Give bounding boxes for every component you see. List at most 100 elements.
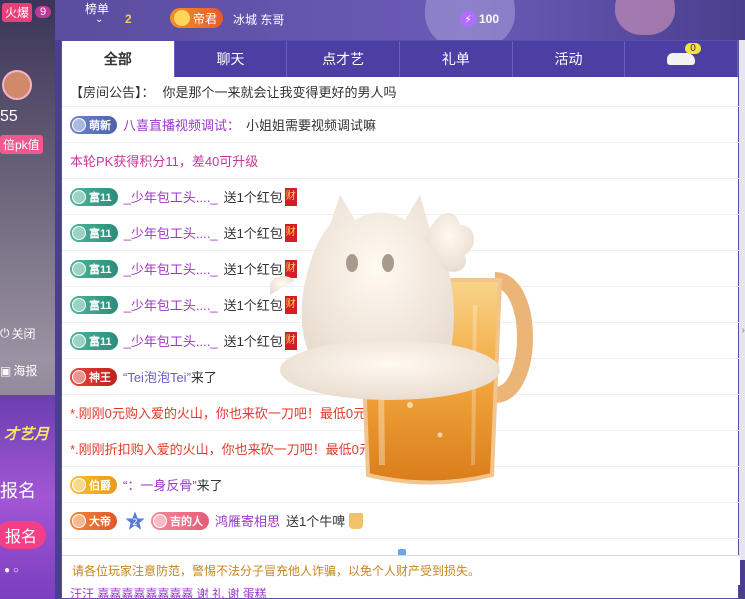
user-nick[interactable]: “Tei泡泡Tei” — [123, 367, 191, 386]
beer-icon — [349, 512, 364, 529]
image-icon: ▣ — [0, 363, 12, 378]
promo-text: 报名 — [0, 481, 36, 501]
badge-icon — [72, 513, 86, 528]
badge-icon — [72, 189, 86, 204]
rank-bar: 榜单 ⌄ 2 帝君 冰城 东哥 ⚡ 100 — [55, 0, 745, 50]
rank-number: 2 — [125, 12, 132, 26]
viewer-count: 55 — [0, 108, 18, 125]
left-video-strip[interactable]: 火爆 9 55 倍pk值 ⏻ 关闭 ▣ 海报 才艺月 报名 报名 ● ○ — [0, 0, 55, 599]
level-badge: 富11 — [70, 259, 118, 278]
promo-title: 才艺月 — [4, 426, 50, 443]
bargain-text[interactable]: *.刚刚0元购入爱的火山，你也来砍一刀吧！最低0元购 — [70, 403, 379, 422]
list-item: *.刚刚0元购入爱的火山，你也来砍一刀吧！最低0元购 — [62, 395, 740, 431]
tab-car[interactable]: 0 — [625, 41, 739, 77]
noble-badge: 神王 — [70, 367, 117, 386]
message-text: 送1个红包 — [223, 226, 283, 241]
noble-badge: 大帝 — [70, 511, 117, 530]
list-item: 神王 “Tei泡泡Tei” 来了 — [62, 359, 740, 395]
level-badge: 富11 — [70, 331, 118, 350]
badge-icon — [72, 297, 86, 312]
score-value: 100 — [479, 12, 500, 26]
user-nick[interactable]: _少年包工头...._ — [124, 187, 218, 206]
promo-signup-button[interactable]: 报名 — [0, 521, 46, 549]
avatar[interactable] — [2, 70, 32, 100]
car-count-badge: 0 — [685, 43, 701, 54]
level-badge: 富11 — [70, 223, 118, 242]
fan-badge: 吉的人 — [151, 511, 209, 530]
announcement-text: 你是那个一来就会让我变得更好的男人吗 — [162, 85, 397, 100]
red-envelope-icon: 财 — [284, 187, 297, 206]
close-label: 关闭 — [11, 327, 36, 341]
list-item: 富11 _少年包工头...._ 送1个红包 财 — [62, 287, 740, 323]
promo-banner[interactable]: 才艺月 报名 报名 ● ○ — [0, 395, 55, 599]
message-text: 送1个红包 — [223, 262, 283, 277]
user-nick[interactable]: _少年包工头...._ — [124, 295, 218, 314]
list-item: 本轮PK获得积分11，差40可升级 — [62, 143, 740, 179]
badge-label: 富11 — [89, 263, 112, 276]
close-button[interactable]: ⏻ 关闭 — [0, 325, 36, 342]
message-text: 送1个红包 — [223, 334, 283, 349]
message-text: 送1个红包 — [223, 190, 283, 205]
tab-activity[interactable]: 活动 — [513, 41, 626, 77]
message-text: 送1个红包 — [223, 298, 283, 313]
tab-gift-list[interactable]: 礼单 — [400, 41, 513, 77]
badge-icon — [72, 117, 86, 132]
user-nick[interactable]: 鸿雁寄相思 — [215, 511, 280, 530]
pk-status-text: 本轮PK获得积分11，差40可升级 — [70, 154, 259, 169]
tab-talent[interactable]: 点才艺 — [287, 41, 401, 77]
partial-message-line: 汪汪 嘉嘉嘉嘉嘉嘉嘉嘉 谢 礼 谢 蛋糕 — [70, 587, 267, 599]
level-badge: 富11 — [70, 295, 118, 314]
list-item: 大帝 2 吉的人 鸿雁寄相思 送1个牛啤 — [62, 503, 740, 539]
list-item: 富11 _少年包工头...._ 送1个红包 财 — [62, 251, 740, 287]
bolt-icon: ⚡ — [460, 11, 476, 27]
list-item: 富11 _少年包工头...._ 送1个红包 财 — [62, 215, 740, 251]
tab-all[interactable]: 全部 — [62, 41, 175, 77]
badge-icon — [72, 225, 86, 240]
level-badge: 富11 — [70, 187, 118, 206]
user-nick[interactable]: _少年包工头...._ — [124, 223, 218, 242]
badge-label: 吉的人 — [170, 515, 203, 528]
list-item: *.刚刚折扣购入爱的火山，你也来砍一刀吧！最低0元购 — [62, 431, 740, 467]
heart-icon — [153, 513, 167, 528]
red-envelope-icon: 财 — [284, 295, 297, 314]
top-user-name[interactable]: 冰城 东哥 — [233, 11, 284, 28]
bargain-text[interactable]: *.刚刚折扣购入爱的火山，你也来砍一刀吧！最低0元购 — [70, 439, 385, 458]
crown-icon — [174, 10, 190, 26]
room-announcement: 【房间公告】： 你是那个一来就会让我变得更好的男人吗 — [62, 77, 740, 107]
user-nick[interactable]: “：一身反骨” — [123, 475, 197, 494]
user-nick[interactable]: 八喜直播视频调试： — [123, 115, 240, 134]
red-envelope-icon: 财 — [284, 331, 297, 350]
list-item: 富11 _少年包工头...._ 送1个红包 财 — [62, 179, 740, 215]
list-item: 富11 _少年包工头...._ 送1个红包 财 — [62, 323, 740, 359]
chevron-right-icon[interactable]: › — [742, 325, 745, 336]
pk-value-label: 倍pk值 — [0, 135, 43, 154]
chat-panel: 全部 聊天 点才艺 礼单 活动 0 【房间公告】： 你是那个一来就会让我变得更好… — [61, 40, 740, 599]
hot-badge: 火爆 9 — [0, 0, 55, 24]
poster-button[interactable]: ▣ 海报 — [0, 362, 37, 379]
level-number: 2 — [132, 518, 138, 528]
badge-label: 富11 — [89, 299, 112, 312]
list-item: 伯爵 “：一身反骨” 来了 — [62, 467, 740, 503]
announcement-label: 【房间公告】： — [70, 85, 155, 100]
red-envelope-icon: 财 — [284, 223, 297, 242]
car-icon — [667, 53, 696, 65]
badge-label: 萌新 — [89, 119, 111, 132]
noble-badge: 伯爵 — [70, 475, 117, 494]
list-item: 萌新 八喜直播视频调试： 小姐姐需要视频调试嘛 — [62, 107, 740, 143]
badge-label: 大帝 — [89, 515, 111, 528]
badge-label: 富11 — [89, 335, 112, 348]
badge-icon — [72, 369, 86, 384]
user-nick[interactable]: _少年包工头...._ — [124, 259, 218, 278]
hot-label: 火爆 — [2, 2, 33, 22]
tab-chat[interactable]: 聊天 — [175, 41, 288, 77]
noble-badge-label: 帝君 — [193, 11, 218, 26]
message-list[interactable]: 【房间公告】： 你是那个一来就会让我变得更好的男人吗 萌新 八喜直播视频调试： … — [62, 77, 740, 555]
level-badge: 萌新 — [70, 115, 117, 134]
red-envelope-icon: 财 — [284, 259, 297, 278]
message-text: 来了 — [190, 370, 217, 385]
carousel-dots[interactable]: ● ○ — [4, 565, 19, 576]
user-nick[interactable]: _少年包工头...._ — [124, 331, 218, 350]
badge-icon — [72, 261, 86, 276]
chevron-down-icon[interactable]: ⌄ — [95, 14, 103, 25]
badge-label: 富11 — [89, 191, 112, 204]
